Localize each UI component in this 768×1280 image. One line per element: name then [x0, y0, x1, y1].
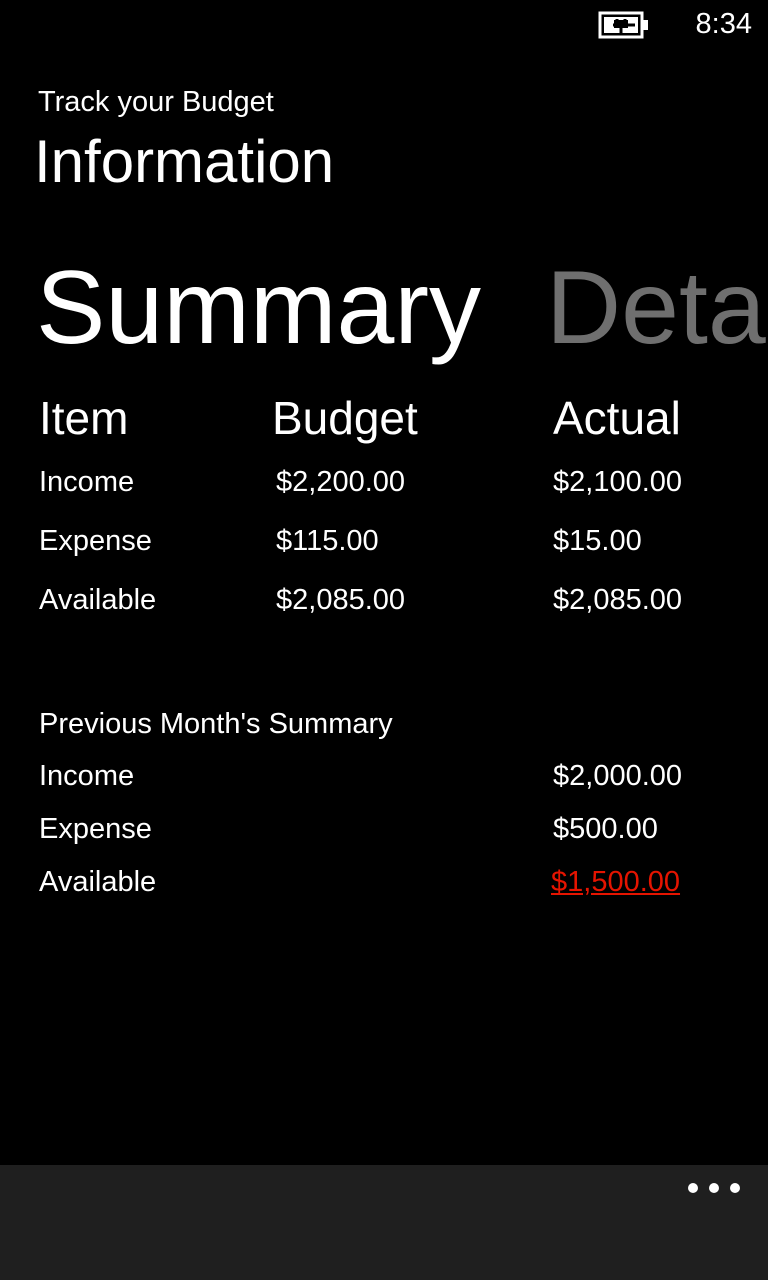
budget-information-screen: 8:34 Track your Budget Information Summa…: [0, 0, 768, 1280]
app-bar: [0, 1165, 768, 1280]
summary-income-actual: $2,100.00: [553, 466, 683, 498]
summary-expense-budget: $115.00: [276, 525, 379, 557]
column-header-actual: Actual: [553, 392, 681, 444]
column-header-budget: Budget: [272, 392, 418, 444]
summary-expense-label: Expense: [39, 525, 152, 557]
previous-month-title: Previous Month's Summary: [39, 708, 393, 740]
summary-available-label: Available: [39, 584, 157, 616]
status-time: 8:34: [695, 8, 752, 40]
ellipsis-icon-dot: [730, 1183, 740, 1193]
summary-available-actual: $2,085.00: [553, 584, 683, 616]
battery-charging-icon: [598, 11, 648, 39]
column-header-item: Item: [39, 392, 129, 444]
page-title: Information: [34, 128, 335, 195]
summary-income-budget: $2,200.00: [276, 466, 406, 498]
summary-expense-actual: $15.00: [553, 525, 642, 557]
previous-available-link[interactable]: $1,500.00: [551, 862, 680, 902]
previous-expense-actual: $500.00: [553, 813, 658, 845]
app-title: Track your Budget: [38, 86, 274, 118]
pivot-tab-details[interactable]: Deta: [546, 248, 766, 368]
previous-income-actual: $2,000.00: [553, 760, 683, 792]
ellipsis-icon-dot: [688, 1183, 698, 1193]
ellipsis-icon-dot: [709, 1183, 719, 1193]
previous-expense-label: Expense: [39, 813, 152, 845]
status-bar: 8:34: [0, 0, 768, 50]
previous-income-label: Income: [39, 760, 135, 792]
pivot-tab-summary[interactable]: Summary: [36, 248, 481, 368]
summary-income-label: Income: [39, 466, 135, 498]
previous-available-label: Available: [39, 866, 157, 898]
more-options-button[interactable]: [688, 1175, 740, 1201]
summary-available-budget: $2,085.00: [276, 584, 406, 616]
